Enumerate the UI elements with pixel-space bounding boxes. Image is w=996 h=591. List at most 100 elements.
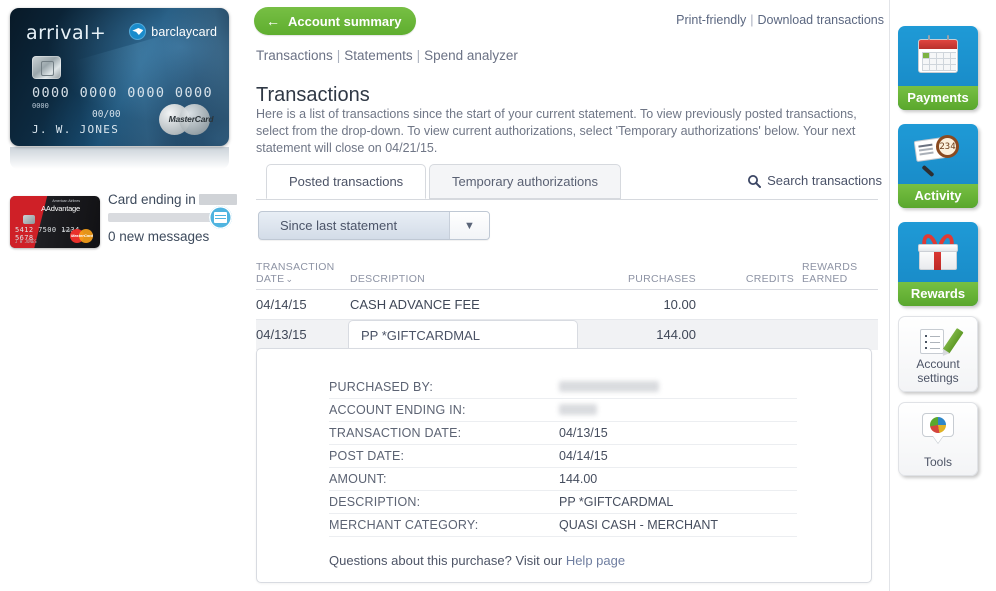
card-ending-label: Card ending in bbox=[108, 192, 237, 207]
table-row-date: 04/14/15 bbox=[256, 297, 307, 312]
table-row-description-selected[interactable]: PP *GIFTCARDMAL bbox=[348, 320, 578, 351]
tab-strip-underline bbox=[256, 199, 878, 200]
page-intro-text: Here is a list of transactions since the… bbox=[256, 107, 857, 155]
card-ending-redacted-value bbox=[198, 194, 237, 205]
new-messages-label[interactable]: 0 new messages bbox=[108, 229, 209, 244]
detail-label: TRANSACTION DATE: bbox=[329, 426, 462, 440]
card-number: 0000 0000 0000 0000 bbox=[32, 85, 214, 101]
detail-value-redacted bbox=[559, 403, 597, 417]
detail-value-redacted bbox=[559, 380, 659, 394]
detail-label: DESCRIPTION: bbox=[329, 495, 421, 509]
rail-tile-activity[interactable]: 234 Activity bbox=[898, 124, 978, 208]
column-header-rewards-earned[interactable]: REWARDS EARNED bbox=[802, 261, 874, 285]
transaction-detail-panel: PURCHASED BY: ACCOUNT ENDING IN: TRANSAC… bbox=[256, 348, 872, 583]
secondary-card-program: AAdvantage bbox=[41, 204, 80, 213]
tab-temporary-authorizations[interactable]: Temporary authorizations bbox=[429, 164, 621, 199]
messages-icon[interactable] bbox=[209, 206, 232, 229]
card-holder-name: J. W. JONES bbox=[32, 123, 120, 136]
tab-posted-transactions[interactable]: Posted transactions bbox=[266, 164, 427, 199]
rail-tile-payments[interactable]: Payments bbox=[898, 26, 978, 110]
nav-link-transactions[interactable]: Transactions bbox=[256, 48, 333, 63]
detail-row-account-ending-in: ACCOUNT ENDING IN: bbox=[329, 399, 797, 422]
table-row-purchases: 144.00 bbox=[656, 327, 696, 342]
rail-tile-activity-label: Activity bbox=[898, 184, 978, 208]
rail-tile-rewards[interactable]: Rewards bbox=[898, 222, 978, 306]
breadcrumb: Transactions | Statements | Spend analyzer bbox=[256, 48, 518, 63]
detail-value: 144.00 bbox=[559, 472, 598, 486]
redacted-purchaser-name bbox=[559, 381, 659, 392]
table-row[interactable]: 04/14/15 CASH ADVANCE FEE 10.00 bbox=[256, 290, 878, 320]
detail-value: PP *GIFTCARDMAL bbox=[559, 495, 674, 509]
detail-label: AMOUNT: bbox=[329, 472, 387, 486]
rail-tile-account-settings-label: Account settings bbox=[899, 357, 977, 385]
column-header-rewards-line1: REWARDS bbox=[802, 261, 858, 273]
table-row[interactable]: 04/13/15 PP *GIFTCARDMAL 144.00 bbox=[256, 320, 878, 351]
detail-label: PURCHASED BY: bbox=[329, 380, 434, 394]
page-title: Transactions bbox=[256, 84, 370, 106]
purchase-help-text: Questions about this purchase? Visit our… bbox=[329, 553, 625, 568]
column-header-transaction-date[interactable]: TRANSACTION DATE⌄ bbox=[256, 261, 335, 285]
detail-row-merchant-category: MERCHANT CATEGORY: QUASI CASH - MERCHANT bbox=[329, 514, 797, 537]
table-row-date: 04/13/15 bbox=[256, 327, 307, 342]
column-header-purchases[interactable]: PURCHASES bbox=[596, 273, 696, 285]
sort-descending-icon: ⌄ bbox=[285, 274, 294, 284]
utility-links-separator: | bbox=[750, 13, 754, 27]
transaction-detail-list: PURCHASED BY: ACCOUNT ENDING IN: TRANSAC… bbox=[329, 376, 797, 537]
detail-row-description: DESCRIPTION: PP *GIFTCARDMAL bbox=[329, 491, 797, 514]
account-summary-button-label: Account summary bbox=[288, 13, 402, 29]
tab-posted-transactions-label: Posted transactions bbox=[289, 174, 404, 189]
download-transactions-link[interactable]: Download transactions bbox=[758, 13, 884, 27]
nav-link-spend-analyzer[interactable]: Spend analyzer bbox=[424, 48, 518, 63]
rail-tile-account-settings-line1: Account bbox=[916, 357, 960, 371]
note-pencil-icon bbox=[899, 325, 977, 361]
print-friendly-link[interactable]: Print-friendly bbox=[676, 13, 746, 27]
detail-row-post-date: POST DATE: 04/14/15 bbox=[329, 445, 797, 468]
page-root: arrival+ barclaycard 0000 0000 0000 0000… bbox=[0, 0, 996, 591]
chevron-down-icon: ▼ bbox=[449, 212, 489, 239]
breadcrumb-separator-1: | bbox=[336, 48, 341, 63]
search-transactions-label: Search transactions bbox=[767, 173, 882, 188]
secondary-card-issuer-tag: American Airlines bbox=[52, 199, 80, 203]
detail-value: QUASI CASH - MERCHANT bbox=[559, 518, 719, 532]
rail-tile-tools[interactable]: Tools bbox=[898, 402, 978, 476]
detail-label: MERCHANT CATEGORY: bbox=[329, 518, 479, 532]
search-icon bbox=[748, 174, 762, 188]
detail-value: 04/13/15 bbox=[559, 426, 608, 440]
card-issuer: barclaycard bbox=[129, 23, 217, 40]
rail-tile-rewards-label: Rewards bbox=[898, 282, 978, 306]
period-dropdown-value: Since last statement bbox=[280, 218, 398, 233]
secondary-credit-card[interactable]: American Airlines AAdvantage 5412 7500 1… bbox=[10, 196, 100, 248]
card-ending-text: Card ending in bbox=[108, 192, 196, 207]
search-transactions-link[interactable]: Search transactions bbox=[747, 173, 882, 188]
emv-chip-icon bbox=[32, 56, 61, 79]
column-header-credits[interactable]: CREDITS bbox=[716, 273, 794, 285]
detail-row-transaction-date: TRANSACTION DATE: 04/13/15 bbox=[329, 422, 797, 445]
detail-row-amount: AMOUNT: 144.00 bbox=[329, 468, 797, 491]
card-expiry: 00/00 bbox=[92, 109, 121, 120]
table-row-purchases: 10.00 bbox=[663, 297, 696, 312]
rail-tile-account-settings[interactable]: Account settings bbox=[898, 316, 978, 392]
rail-tile-payments-label: Payments bbox=[898, 86, 978, 110]
rail-tile-tools-label: Tools bbox=[923, 455, 952, 469]
redacted-account-bar bbox=[108, 213, 212, 222]
card-minor-number: 0000 bbox=[32, 102, 49, 110]
mastercard-wordmark: MasterCard bbox=[168, 114, 214, 124]
secondary-mastercard-wordmark: MasterCard bbox=[70, 233, 93, 238]
nav-link-statements[interactable]: Statements bbox=[344, 48, 412, 63]
table-header-row: TRANSACTION DATE⌄ DESCRIPTION PURCHASES … bbox=[256, 252, 878, 290]
main-content: ← Account summary Print-friendly | Downloa… bbox=[250, 0, 890, 591]
secondary-mastercard-logo-icon: MasterCard bbox=[70, 228, 96, 244]
card-reflection bbox=[10, 147, 229, 169]
calendar-icon bbox=[898, 35, 978, 79]
redacted-account-digits bbox=[559, 404, 597, 415]
help-page-link[interactable]: Help page bbox=[566, 553, 625, 568]
mastercard-logo-icon: MasterCard bbox=[159, 101, 217, 137]
account-summary-back-button[interactable]: ← Account summary bbox=[254, 7, 417, 35]
period-dropdown[interactable]: Since last statement ▼ bbox=[258, 211, 490, 240]
card-brand-name: arrival+ bbox=[26, 22, 107, 44]
barclaycard-eagle-icon bbox=[129, 23, 147, 40]
detail-row-purchased-by: PURCHASED BY: bbox=[329, 376, 797, 399]
pie-chart-bubble-icon bbox=[899, 411, 977, 447]
column-header-description[interactable]: DESCRIPTION bbox=[350, 273, 425, 285]
table-row-description[interactable]: CASH ADVANCE FEE bbox=[350, 297, 480, 312]
